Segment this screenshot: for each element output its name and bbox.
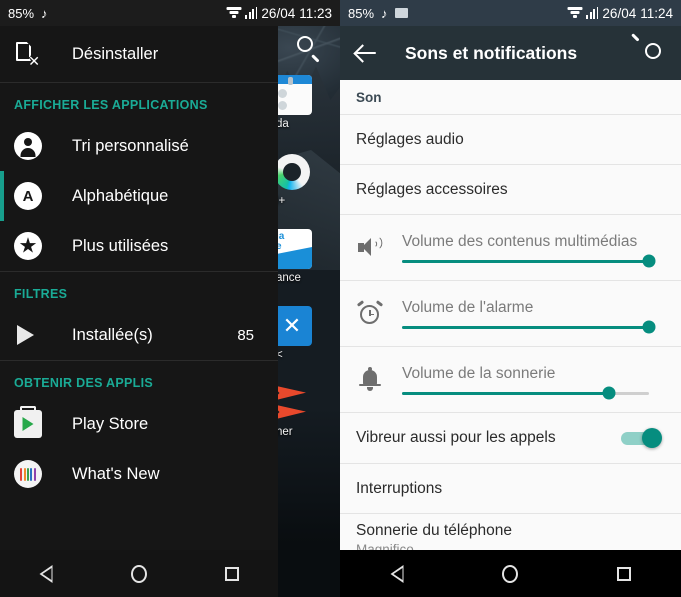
blue-x-icon: [272, 306, 312, 346]
recents-square-icon[interactable]: [612, 562, 636, 586]
installed-count: 85: [237, 326, 254, 344]
sidebar-item-label: Tri personnalisé: [72, 136, 189, 155]
whats-new-icon: [14, 460, 42, 488]
cellular-signal-icon: [245, 7, 258, 19]
right-phone-screen: 85% ♪ 26/04 11:24 Sons et notifications …: [340, 0, 681, 597]
person-icon: [14, 132, 42, 160]
setting-ringtone-volume[interactable]: Volume de la sonnerie: [340, 347, 681, 413]
setting-alarm-volume[interactable]: Volume de l'alarme: [340, 281, 681, 347]
left-navigation-bar: [0, 550, 278, 597]
agenda-icon: [272, 75, 312, 115]
app-drawer-menu: ✕ Désinstaller AFFICHER LES APPLICATIONS…: [0, 26, 278, 550]
sidebar-item-play-store[interactable]: Play Store: [0, 399, 278, 449]
setting-media-volume[interactable]: Volume des contenus multimédias: [340, 215, 681, 281]
setting-label: Réglages audio: [356, 130, 464, 148]
play-triangle-icon: [14, 321, 42, 349]
search-icon[interactable]: [295, 34, 323, 63]
sidebar-item-most-used[interactable]: Plus utilisées: [0, 221, 278, 271]
status-time: 11:23: [299, 5, 332, 21]
setting-label: Sonnerie du téléphone: [356, 522, 512, 539]
setting-label: Vibreur aussi pour les appels: [356, 429, 556, 446]
settings-toolbar: Sons et notifications: [340, 26, 681, 80]
section-header-filters: FILTRES: [14, 287, 68, 301]
setting-interruptions[interactable]: Interruptions: [340, 464, 681, 514]
background-app-item[interactable]: l+: [274, 152, 340, 207]
back-arrow-icon[interactable]: [354, 41, 378, 65]
setting-label: Volume de l'alarme: [402, 298, 534, 316]
alphabetical-icon: A: [14, 182, 42, 210]
sidebar-item-custom-sort[interactable]: Tri personnalisé: [0, 121, 278, 171]
setting-audio-settings[interactable]: Réglages audio: [340, 115, 681, 165]
right-status-bar: 85% ♪ 26/04 11:24: [340, 0, 681, 26]
background-app-item[interactable]: ner: [272, 383, 340, 438]
status-date: 26/04: [261, 5, 296, 21]
background-app-label: da: [276, 118, 289, 130]
background-app-label: l+: [276, 195, 286, 207]
ring-chart-icon: [272, 152, 312, 192]
back-triangle-icon[interactable]: [34, 562, 58, 586]
background-app-item[interactable]: <: [272, 306, 340, 361]
settings-section-header: Son: [340, 80, 681, 115]
cellular-signal-icon: [586, 7, 599, 19]
sidebar-item-alphabetical[interactable]: A Alphabétique: [0, 171, 278, 221]
right-navigation-bar: [340, 550, 681, 597]
play-store-icon: [14, 410, 42, 438]
sidebar-item-whats-new[interactable]: What's New: [0, 449, 278, 499]
left-status-bar: 85% ♪ 26/04 11:23: [0, 0, 340, 26]
section-label: Son: [356, 89, 382, 105]
section-header-get-apps: OBTENIR DES APPLIS: [14, 376, 153, 390]
setting-label: Interruptions: [356, 479, 443, 497]
setting-label: Volume des contenus multimédias: [402, 232, 638, 250]
media-volume-slider[interactable]: [402, 254, 656, 268]
sidebar-item-label: Alphabétique: [72, 186, 169, 205]
search-icon[interactable]: [631, 33, 667, 65]
star-icon: [14, 232, 42, 260]
home-circle-icon[interactable]: [127, 562, 151, 586]
sidebar-item-label: Plus utilisées: [72, 236, 169, 255]
settings-list: Son Réglages audio Réglages accessoires …: [340, 80, 681, 566]
sidebar-item-label: Installée(s): [72, 325, 153, 344]
background-app-label: <: [276, 349, 283, 361]
scanner-icon: [272, 383, 312, 423]
background-app-list: da l+ iae ance < ner: [272, 75, 340, 460]
music-note-icon: ♪: [381, 5, 388, 21]
recents-square-icon[interactable]: [220, 562, 244, 586]
wifi-icon: [567, 7, 583, 19]
sidebar-item-label: Play Store: [72, 414, 149, 433]
setting-accessory-settings[interactable]: Réglages accessoires: [340, 165, 681, 215]
sidebar-item-installed[interactable]: Installée(s) 85: [0, 310, 278, 360]
alarm-clock-icon: [356, 299, 384, 328]
uninstall-button[interactable]: ✕ Désinstaller: [0, 26, 278, 82]
status-date: 26/04: [602, 5, 637, 21]
france-icon: ia e: [272, 229, 312, 269]
bell-icon: [356, 366, 384, 394]
ringtone-volume-slider[interactable]: [402, 386, 649, 400]
background-app-item[interactable]: ia e ance: [272, 229, 340, 284]
background-app-label: ner: [276, 426, 293, 438]
music-note-icon: ♪: [41, 5, 48, 21]
battery-percent: 85%: [8, 5, 35, 21]
uninstall-label: Désinstaller: [72, 44, 159, 63]
home-circle-icon[interactable]: [498, 562, 522, 586]
background-app-item[interactable]: da: [272, 75, 340, 130]
uninstall-file-icon: ✕: [14, 41, 40, 68]
setting-vibrate-for-calls[interactable]: Vibreur aussi pour les appels: [340, 413, 681, 464]
alarm-volume-slider[interactable]: [402, 320, 656, 334]
speaker-icon: [356, 234, 386, 262]
sidebar-item-label: What's New: [72, 464, 160, 483]
battery-percent: 85%: [348, 5, 375, 21]
vibrate-toggle[interactable]: [621, 428, 665, 448]
setting-label: Volume de la sonnerie: [402, 364, 556, 382]
background-app-label: ance: [276, 272, 301, 284]
section-header-display-apps: AFFICHER LES APPLICATIONS: [14, 98, 208, 112]
page-title: Sons et notifications: [405, 42, 578, 63]
back-triangle-icon[interactable]: [385, 562, 409, 586]
dual-phone-screenshot: da l+ iae ance < ner 85% ♪: [0, 0, 681, 597]
image-icon: [394, 8, 408, 18]
left-phone-screen: da l+ iae ance < ner 85% ♪: [0, 0, 340, 597]
status-time: 11:24: [640, 5, 673, 21]
wifi-icon: [226, 7, 242, 19]
setting-label: Réglages accessoires: [356, 180, 508, 198]
